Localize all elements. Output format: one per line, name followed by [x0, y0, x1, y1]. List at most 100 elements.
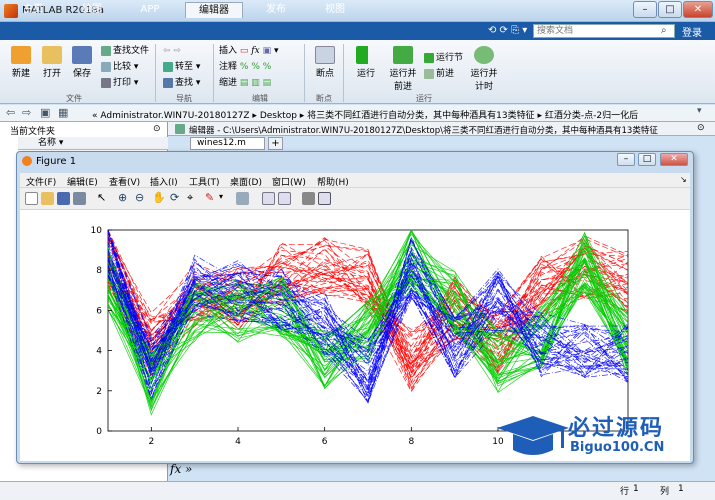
data-cursor-icon[interactable]: ⌖ [187, 191, 193, 205]
run-advance-button[interactable]: 运行并 前进 [386, 46, 420, 92]
tab-apps[interactable]: APP [130, 2, 170, 18]
save-icon[interactable] [57, 192, 70, 205]
menu-view[interactable]: 查看(V) [109, 175, 140, 188]
nav-arrows[interactable]: ⇦ ⇨ [163, 45, 181, 58]
new-button[interactable]: 新建 [6, 46, 36, 79]
colorbar-icon[interactable] [262, 192, 275, 205]
back-icon[interactable]: ⇦ [6, 106, 15, 119]
browse-icon[interactable]: ▦ [58, 106, 68, 119]
find-button[interactable]: 查找 ▾ [163, 77, 200, 90]
link-plot-icon[interactable] [236, 192, 249, 205]
comment-button[interactable]: 注释 % % % [219, 61, 271, 74]
watermark-text: 必过源码 [568, 416, 665, 441]
save-button[interactable]: 保存 [67, 46, 97, 79]
editor-icon [175, 124, 185, 134]
add-tab-button[interactable]: + [268, 137, 283, 150]
separator [155, 44, 156, 102]
zoom-out-icon[interactable]: ⊖ [135, 191, 144, 204]
brush-icon[interactable]: ✎ [205, 191, 214, 204]
compare-button[interactable]: 比较 ▾ [101, 61, 138, 74]
y-tick-label: 4 [96, 347, 102, 357]
group-label-breakpoints: 断点 [316, 94, 332, 103]
figure-maximize-button[interactable]: □ [638, 153, 656, 166]
hide-tools-icon[interactable] [302, 192, 315, 205]
x-tick-label: 6 [322, 437, 328, 447]
menu-insert[interactable]: 插入(I) [150, 175, 178, 188]
print-button[interactable]: 打印 ▾ [101, 77, 138, 90]
menu-file[interactable]: 文件(F) [26, 175, 56, 188]
print-icon[interactable] [73, 192, 86, 205]
run-section-button[interactable]: 运行节 [424, 52, 463, 65]
goto-button[interactable]: 转至 ▾ [163, 61, 200, 74]
row-label: 行 [620, 487, 630, 497]
separator [304, 44, 305, 102]
name-column-header[interactable]: 名称 ▾ [18, 137, 168, 150]
new-figure-icon[interactable] [25, 192, 38, 205]
x-tick-label: 8 [408, 437, 414, 447]
x-tick-label: 4 [235, 437, 241, 447]
search-input[interactable]: 搜索文档 [533, 24, 675, 38]
run-time-button[interactable]: 运行并 计时 [469, 46, 499, 92]
menu-help[interactable]: 帮助(H) [317, 175, 349, 188]
forward-icon[interactable]: ⇨ [22, 106, 31, 119]
y-tick-label: 10 [91, 226, 103, 236]
figure-close-button[interactable]: ✕ [660, 153, 688, 166]
figure-icon [22, 156, 32, 166]
editor-menu-icon[interactable]: ⊙ [697, 123, 705, 133]
status-bar [0, 481, 715, 500]
quick-access-icons[interactable]: ⟲ ⟳ ⎘ ▾ [488, 25, 527, 36]
current-folder-title: 当前文件夹 [10, 127, 56, 137]
open-icon[interactable] [41, 192, 54, 205]
tab-home[interactable]: 主页 [14, 2, 52, 18]
brush-dropdown-icon[interactable]: ▾ [219, 192, 223, 201]
dock-arrow-icon[interactable]: ↘ [680, 175, 687, 184]
menu-desktop[interactable]: 桌面(D) [230, 175, 262, 188]
find-files-button[interactable]: 查找文件 [101, 45, 149, 58]
watermark-url: Biguo100.CN [570, 440, 665, 455]
separator [213, 44, 214, 102]
insert-button[interactable]: 插入 ▭ fx ▣ ▾ [219, 45, 278, 58]
panel-menu-icon[interactable]: ⊙ [153, 124, 161, 134]
editor-title: 编辑器 - C:\Users\Administrator.WIN7U-20180… [189, 126, 658, 136]
y-tick-label: 0 [96, 427, 102, 437]
indent-button[interactable]: 缩进 ▤ ▥ ▤ [219, 77, 271, 90]
minimize-button[interactable]: – [633, 1, 657, 18]
run-button[interactable]: 运行 [351, 46, 381, 79]
pan-icon[interactable]: ✋ [152, 191, 166, 204]
maximize-button[interactable]: □ [658, 1, 682, 18]
close-button[interactable]: ✕ [683, 1, 713, 18]
figure-minimize-button[interactable]: – [617, 153, 635, 166]
search-icon[interactable]: ⌕ [661, 25, 673, 37]
group-label-navigate: 导航 [176, 94, 192, 103]
open-button[interactable]: 打开 [37, 46, 67, 79]
group-label-file: 文件 [66, 94, 82, 103]
tab-wines12[interactable]: wines12.m [190, 137, 265, 150]
current-folder-path[interactable]: « Administrator.WIN7U-20180127Z ▸ Deskto… [92, 108, 692, 121]
menu-edit[interactable]: 编辑(E) [67, 175, 98, 188]
tab-publish[interactable]: 发布 [256, 2, 296, 18]
x-tick-label: 2 [148, 437, 154, 447]
rotate-icon[interactable]: ⟳ [170, 191, 179, 204]
command-prompt[interactable]: fx » [170, 462, 192, 476]
col-value: 1 [678, 484, 684, 494]
y-tick-label: 6 [96, 306, 102, 316]
advance-button[interactable]: 前进 [424, 68, 454, 81]
menu-tools[interactable]: 工具(T) [189, 175, 220, 188]
tab-plots[interactable]: 绘图 [72, 2, 112, 18]
login-button[interactable]: 登录 [682, 24, 702, 39]
group-label-edit: 编辑 [252, 94, 268, 103]
group-label-run: 运行 [416, 94, 432, 103]
path-dropdown-icon[interactable]: ▾ [697, 106, 702, 116]
show-tools-icon[interactable] [318, 192, 331, 205]
figure-title: Figure 1 [36, 156, 77, 167]
breakpoints-button[interactable]: 断点 [310, 46, 340, 79]
tab-editor[interactable]: 编辑器 [185, 2, 243, 18]
legend-icon[interactable] [278, 192, 291, 205]
zoom-in-icon[interactable]: ⊕ [118, 191, 127, 204]
col-label: 列 [660, 487, 670, 497]
menu-window[interactable]: 窗口(W) [272, 175, 306, 188]
pointer-icon[interactable]: ↖ [97, 191, 106, 204]
tab-view[interactable]: 视图 [315, 2, 355, 18]
y-tick-label: 2 [96, 387, 102, 397]
folder-up-icon[interactable]: ▣ [40, 106, 50, 119]
